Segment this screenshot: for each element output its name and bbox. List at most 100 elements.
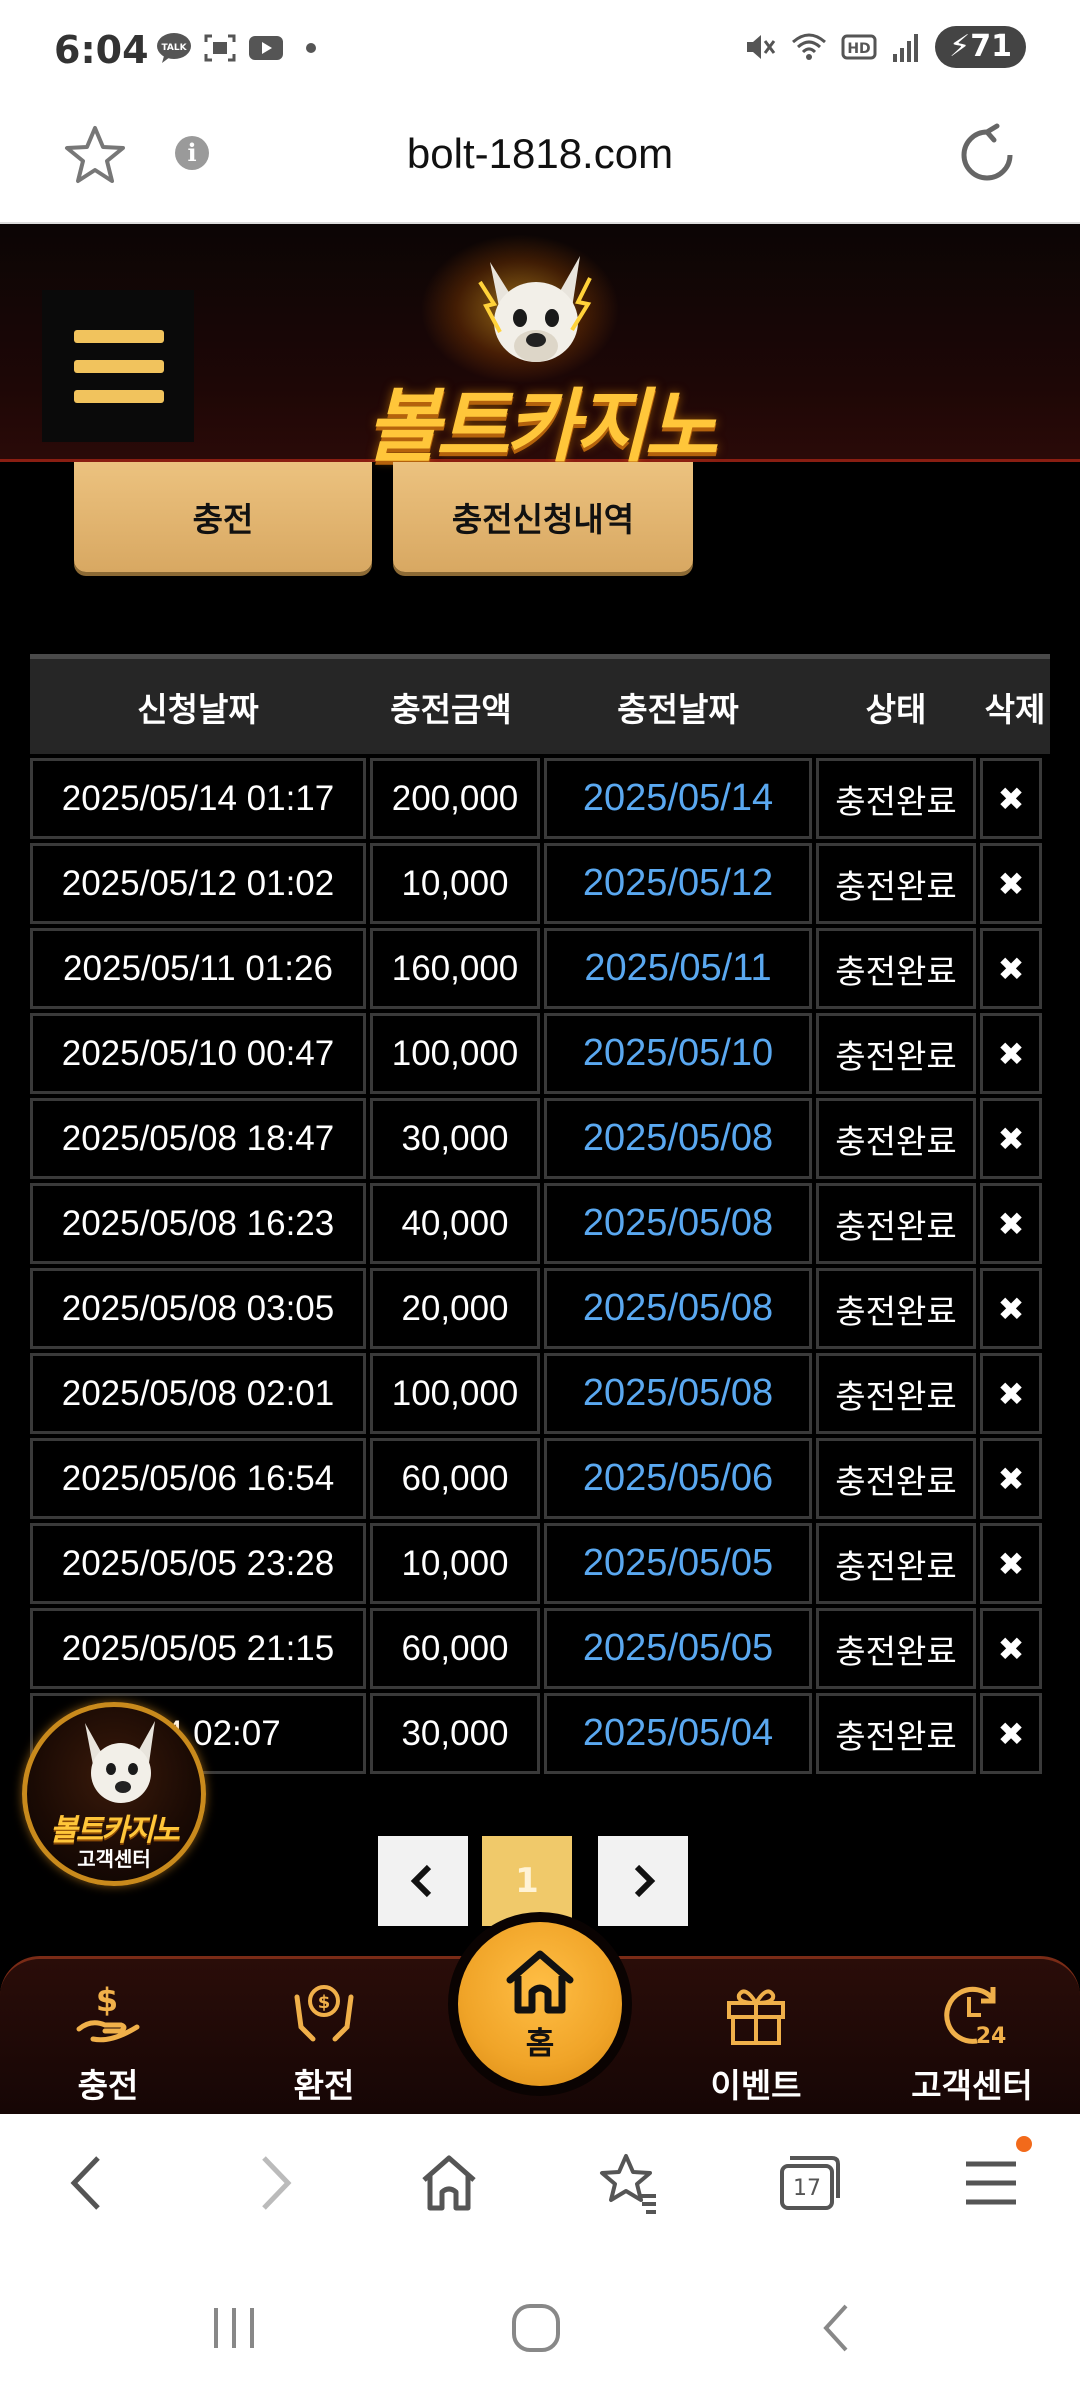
cell-charge-date[interactable]: 2025/05/08 xyxy=(544,1098,812,1179)
nav-label-event: 이벤트 xyxy=(710,2066,802,2105)
cell-charge-date[interactable]: 2025/05/08 xyxy=(544,1268,812,1349)
url-text[interactable]: bolt-1818.com xyxy=(0,130,1080,178)
close-icon: ✖ xyxy=(997,949,1025,988)
status-time: 6:04 xyxy=(54,28,149,72)
table-body: 2025/05/14 01:17 200,000 2025/05/14 충전완료 ✖ 20… xyxy=(30,754,1050,1774)
close-icon: ✖ xyxy=(997,864,1025,903)
close-icon: ✖ xyxy=(997,1714,1025,1753)
cell-status: 충전완료 xyxy=(816,1438,976,1519)
screenshot-icon xyxy=(204,34,236,62)
more-notifications-dot xyxy=(306,43,316,53)
charge-history-table: 신청날짜 충전금액 충전날짜 상태 삭제 2025/05/14 01:17 200… xyxy=(30,654,1050,1774)
cell-amount: 20,000 xyxy=(370,1268,540,1349)
cell-charge-date[interactable]: 2025/05/11 xyxy=(544,928,812,1009)
browser-menu-icon[interactable] xyxy=(958,2150,1024,2216)
cell-status: 충전완료 xyxy=(816,1353,976,1434)
battery-indicator: ⚡71 xyxy=(935,26,1026,68)
menu-bar-icon xyxy=(74,330,164,343)
home-icon xyxy=(506,1950,574,2013)
next-page-button[interactable] xyxy=(598,1836,688,1926)
tab-charge-history[interactable]: 충전신청내역 xyxy=(393,462,693,572)
delete-button[interactable]: ✖ xyxy=(980,1693,1042,1774)
cell-status: 충전완료 xyxy=(816,1098,976,1179)
nav-item-event[interactable]: 이벤트 xyxy=(666,1959,846,2117)
cell-request-date: 2025/05/08 03:05 xyxy=(30,1268,366,1349)
reload-icon[interactable] xyxy=(954,122,1020,188)
nav-item-charge[interactable]: $ 충전 xyxy=(18,1959,198,2117)
delete-button[interactable]: ✖ xyxy=(980,758,1042,839)
chevron-left-icon xyxy=(410,1864,432,1898)
hamburger-menu-button[interactable] xyxy=(42,290,194,442)
android-back-icon[interactable] xyxy=(808,2298,868,2358)
customer-support-badge[interactable]: 볼트카지노 고객센터 xyxy=(22,1702,206,1886)
status-notification-icons: TALK xyxy=(156,32,316,64)
cell-amount: 60,000 xyxy=(370,1438,540,1519)
column-header-request-date: 신청날짜 xyxy=(137,689,259,729)
delete-button[interactable]: ✖ xyxy=(980,1353,1042,1434)
cell-charge-date[interactable]: 2025/05/04 xyxy=(544,1693,812,1774)
delete-button[interactable]: ✖ xyxy=(980,1523,1042,1604)
cell-amount: 30,000 xyxy=(370,1693,540,1774)
cell-charge-date[interactable]: 2025/05/08 xyxy=(544,1353,812,1434)
close-icon: ✖ xyxy=(997,1034,1025,1073)
cell-charge-date[interactable]: 2025/05/05 xyxy=(544,1608,812,1689)
delete-button[interactable]: ✖ xyxy=(980,1608,1042,1689)
battery-level: 71 xyxy=(970,29,1012,64)
nav-label-charge: 충전 xyxy=(77,2066,139,2105)
table-row: 2025/05/11 01:26 160,000 2025/05/11 충전완료 ✖ xyxy=(30,924,1050,1009)
cell-request-date: 2025/05/11 01:26 xyxy=(30,928,366,1009)
cell-amount: 100,000 xyxy=(370,1013,540,1094)
signal-icon xyxy=(893,34,919,62)
table-row: 2025/05/05 21:15 60,000 2025/05/05 충전완료 ✖ xyxy=(30,1604,1050,1689)
svg-text:TALK: TALK xyxy=(161,43,187,53)
prev-page-button[interactable] xyxy=(378,1836,468,1926)
nav-item-home[interactable]: 홈 xyxy=(458,1922,622,2086)
nav-item-exchange[interactable]: $ 환전 xyxy=(234,1959,414,2117)
browser-forward-icon[interactable] xyxy=(240,2150,306,2216)
cell-request-date: 2025/05/12 01:02 xyxy=(30,843,366,924)
cell-charge-date[interactable]: 2025/05/06 xyxy=(544,1438,812,1519)
browser-tabs-icon[interactable]: 17 xyxy=(776,2150,842,2216)
cell-charge-date[interactable]: 2025/05/08 xyxy=(544,1183,812,1264)
android-home-icon[interactable] xyxy=(506,2298,566,2358)
cell-amount: 200,000 xyxy=(370,758,540,839)
cell-amount: 10,000 xyxy=(370,843,540,924)
tab-charge[interactable]: 충전 xyxy=(74,462,372,572)
browser-bookmarks-icon[interactable] xyxy=(596,2150,662,2216)
close-icon: ✖ xyxy=(997,1459,1025,1498)
cell-request-date: 2025/05/08 02:01 xyxy=(30,1353,366,1434)
cell-status: 충전완료 xyxy=(816,758,976,839)
site-logo[interactable]: 볼트카지노 xyxy=(350,234,730,473)
delete-button[interactable]: ✖ xyxy=(980,1013,1042,1094)
cell-charge-date[interactable]: 2025/05/10 xyxy=(544,1013,812,1094)
delete-button[interactable]: ✖ xyxy=(980,1268,1042,1349)
chevron-right-icon xyxy=(634,1864,656,1898)
nav-item-support[interactable]: 24 고객센터 xyxy=(882,1959,1062,2117)
table-row: 2025/05/08 16:23 40,000 2025/05/08 충전완료 ✖ xyxy=(30,1179,1050,1264)
delete-button[interactable]: ✖ xyxy=(980,1098,1042,1179)
browser-url-bar: i bolt-1818.com xyxy=(0,100,1080,224)
column-header-delete: 삭제 xyxy=(984,689,1046,729)
recent-apps-icon[interactable] xyxy=(204,2298,264,2358)
android-nav-bar xyxy=(0,2254,1080,2400)
cell-charge-date[interactable]: 2025/05/14 xyxy=(544,758,812,839)
cell-amount: 160,000 xyxy=(370,928,540,1009)
delete-button[interactable]: ✖ xyxy=(980,1183,1042,1264)
delete-button[interactable]: ✖ xyxy=(980,843,1042,924)
table-row: 2025/05/08 18:47 30,000 2025/05/08 충전완료 ✖ xyxy=(30,1094,1050,1179)
delete-button[interactable]: ✖ xyxy=(980,928,1042,1009)
table-row: 2025/05/12 01:02 10,000 2025/05/12 충전완료 ✖ xyxy=(30,839,1050,924)
close-icon: ✖ xyxy=(997,1204,1025,1243)
browser-back-icon[interactable] xyxy=(56,2150,122,2216)
wifi-icon xyxy=(792,33,827,60)
browser-home-icon[interactable] xyxy=(416,2150,482,2216)
close-icon: ✖ xyxy=(997,1289,1025,1328)
gift-icon xyxy=(727,1989,785,2045)
nav-label-exchange: 환전 xyxy=(293,2066,355,2105)
cell-charge-date[interactable]: 2025/05/12 xyxy=(544,843,812,924)
cell-charge-date[interactable]: 2025/05/05 xyxy=(544,1523,812,1604)
table-header: 신청날짜 충전금액 충전날짜 상태 삭제 xyxy=(30,654,1050,754)
delete-button[interactable]: ✖ xyxy=(980,1438,1042,1519)
menu-bar-icon xyxy=(74,360,164,373)
nav-label-support: 고객센터 xyxy=(911,2066,1033,2105)
